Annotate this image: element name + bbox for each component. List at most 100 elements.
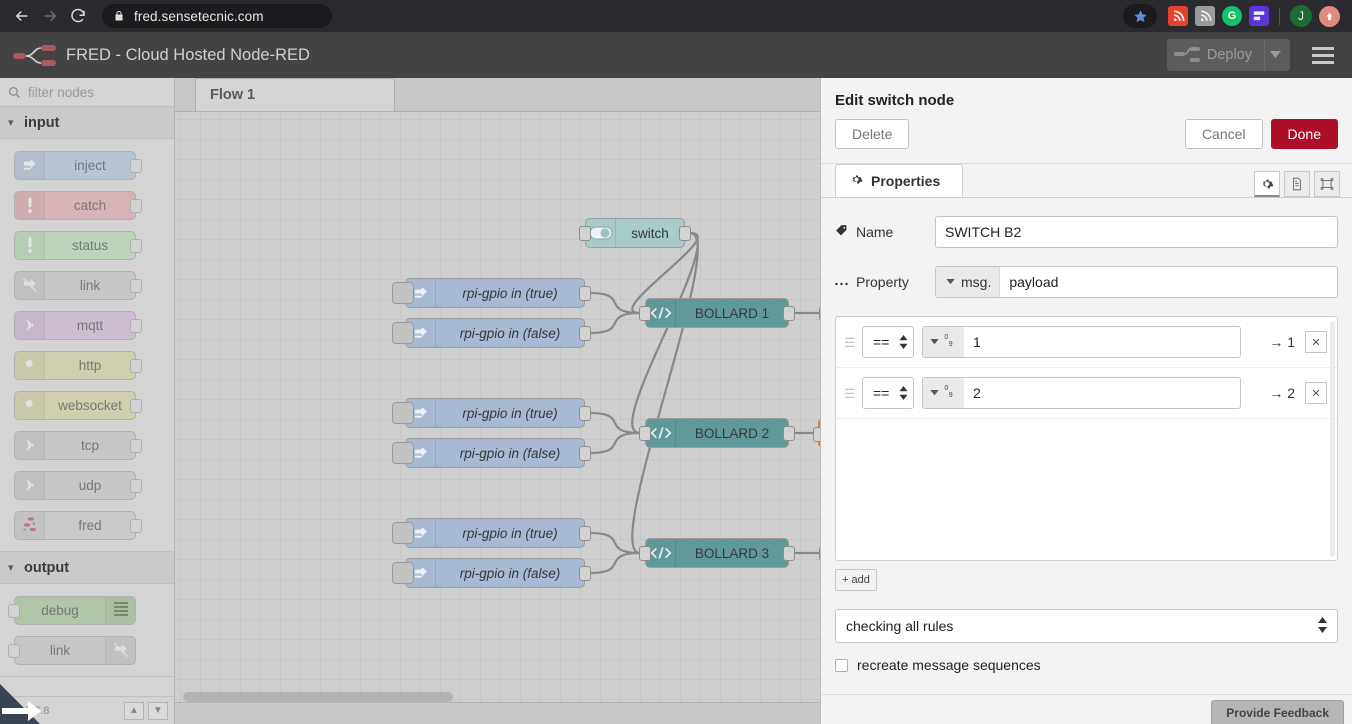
palette-category-input[interactable]: ▾input [0, 107, 174, 139]
flow-node-bollard-3[interactable]: BOLLARD 3 [645, 538, 789, 568]
palette-node-debug[interactable]: debug [0, 590, 174, 630]
flow-node-gpio-true-1[interactable]: rpi-gpio in (true) [405, 278, 585, 308]
node-output-port[interactable] [579, 526, 591, 541]
provide-feedback-tab[interactable]: Provide Feedback [1211, 700, 1344, 724]
chevron-double-up-icon[interactable]: ▲ [124, 702, 144, 720]
bookmark-button[interactable] [1123, 4, 1157, 28]
grammarly-icon[interactable]: G [1222, 6, 1242, 26]
rules-scrollbar[interactable] [1330, 321, 1335, 557]
filter-nodes-input[interactable]: filter nodes [0, 78, 174, 107]
purple-extension-icon[interactable] [1249, 6, 1269, 26]
forward-button[interactable] [36, 2, 64, 30]
rule-drag-handle[interactable]: ☰ [844, 387, 862, 400]
palette-node-fred[interactable]: fred [0, 505, 174, 545]
rule-value-input[interactable]: 091 [922, 326, 1241, 358]
update-arrow-icon[interactable] [1319, 6, 1340, 27]
rule-type-select[interactable]: 09 [923, 378, 964, 408]
add-rule-button[interactable]: + add [835, 569, 877, 591]
exclamation-icon [15, 232, 45, 259]
rule-operator-select[interactable]: == [862, 377, 914, 409]
inject-trigger-button[interactable] [392, 562, 414, 584]
chevron-double-down-icon[interactable]: ▼ [148, 702, 168, 720]
palette-node-label: link [15, 643, 105, 658]
rule-type-select[interactable]: 09 [923, 327, 964, 357]
close-x-icon[interactable]: ✕ [1305, 382, 1327, 404]
node-output-port[interactable] [579, 566, 591, 581]
inject-trigger-button[interactable] [392, 402, 414, 424]
palette-category-output[interactable]: ▾output [0, 552, 174, 584]
chevron-down-icon[interactable] [1264, 39, 1286, 71]
done-button[interactable]: Done [1271, 119, 1338, 149]
dialog-actions: Delete Cancel Done [821, 119, 1352, 164]
url-text: fred.sensetecnic.com [134, 9, 264, 24]
flow-node-switch-node[interactable]: switch [585, 218, 685, 248]
palette-node-websocket[interactable]: websocket [0, 385, 174, 425]
tab-properties-label: Properties [871, 173, 940, 189]
name-input[interactable]: SWITCH B2 [935, 216, 1338, 248]
inject-trigger-button[interactable] [392, 322, 414, 344]
tab-flow-1[interactable]: Flow 1 [195, 78, 395, 111]
palette-node-inject[interactable]: inject [0, 145, 174, 185]
property-type-select[interactable]: msg. [936, 267, 1000, 297]
hamburger-menu-icon[interactable] [1306, 39, 1340, 71]
profile-avatar[interactable]: J [1290, 5, 1312, 27]
node-output-port[interactable] [579, 446, 591, 461]
tag-icon [835, 224, 848, 240]
flow-node-gpio-true-2[interactable]: rpi-gpio in (true) [405, 398, 585, 428]
back-button[interactable] [8, 2, 36, 30]
rule-drag-handle[interactable]: ☰ [844, 336, 862, 349]
recreate-sequences-checkbox[interactable] [835, 659, 848, 672]
inject-trigger-button[interactable] [392, 442, 414, 464]
tab-properties[interactable]: Properties [835, 164, 963, 197]
palette-node-mqtt[interactable]: mqtt [0, 305, 174, 345]
flow-node-label: rpi-gpio in (true) [436, 406, 584, 421]
inject-trigger-button[interactable] [392, 522, 414, 544]
description-document-icon[interactable] [1284, 171, 1310, 197]
cancel-button[interactable]: Cancel [1185, 119, 1263, 149]
palette-node-tcp[interactable]: tcp [0, 425, 174, 465]
palette-node-link[interactable]: link [0, 630, 174, 670]
property-input[interactable]: msg. payload [935, 266, 1338, 298]
rule-operator-select[interactable]: == [862, 326, 914, 358]
appearance-icon[interactable] [1314, 171, 1340, 197]
address-bar[interactable]: fred.sensetecnic.com [102, 4, 332, 28]
node-output-port[interactable] [783, 306, 795, 321]
flow-node-bollard-1[interactable]: BOLLARD 1 [645, 298, 789, 328]
node-output-port[interactable] [783, 546, 795, 561]
node-output-port[interactable] [783, 426, 795, 441]
rss-feed-gray-icon[interactable] [1195, 6, 1215, 26]
palette-node-udp[interactable]: udp [0, 465, 174, 505]
fred-node-icon [15, 512, 45, 539]
flow-node-gpio-true-3[interactable]: rpi-gpio in (true) [405, 518, 585, 548]
node-input-port[interactable] [639, 306, 651, 321]
palette-node-port [8, 644, 20, 658]
palette-node-status[interactable]: status [0, 225, 174, 265]
flow-node-bollard-2[interactable]: BOLLARD 2 [645, 418, 789, 448]
palette-node-http[interactable]: http [0, 345, 174, 385]
flow-node-label: BOLLARD 2 [676, 426, 788, 441]
node-input-port[interactable] [579, 226, 591, 241]
flow-node-gpio-false-3[interactable]: rpi-gpio in (false) [405, 558, 585, 588]
flow-node-gpio-false-2[interactable]: rpi-gpio in (false) [405, 438, 585, 468]
deploy-button[interactable]: Deploy [1167, 39, 1290, 71]
node-output-port[interactable] [579, 326, 591, 341]
delete-button[interactable]: Delete [835, 119, 909, 149]
node-input-port[interactable] [639, 546, 651, 561]
node-output-port[interactable] [579, 286, 591, 301]
node-output-port[interactable] [679, 226, 691, 241]
flow-node-gpio-false-1[interactable]: rpi-gpio in (false) [405, 318, 585, 348]
close-x-icon[interactable]: ✕ [1305, 331, 1327, 353]
globe-icon [15, 352, 45, 379]
palette-node-catch[interactable]: catch [0, 185, 174, 225]
node-output-port[interactable] [579, 406, 591, 421]
palette-node-link[interactable]: link [0, 265, 174, 305]
gear-icon[interactable] [1254, 171, 1280, 197]
rss-feed-icon[interactable] [1168, 6, 1188, 26]
updown-caret-icon [899, 335, 908, 349]
rule-value-input[interactable]: 092 [922, 377, 1241, 409]
node-input-port[interactable] [639, 426, 651, 441]
inject-trigger-button[interactable] [392, 282, 414, 304]
reload-button[interactable] [64, 2, 92, 30]
recreate-sequences-row[interactable]: recreate message sequences [835, 657, 1338, 673]
checking-mode-select[interactable]: checking all rules [835, 609, 1338, 643]
